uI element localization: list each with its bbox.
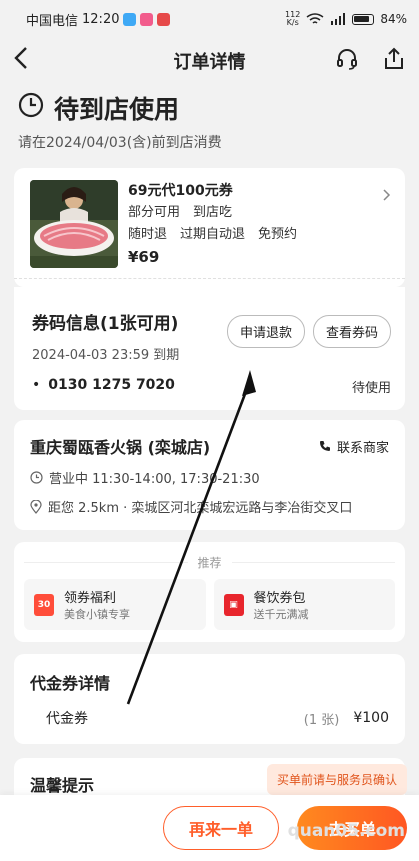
reorder-button[interactable]: 再来一单 <box>163 806 279 850</box>
voucher-detail-card: 代金券详情 代金券 (1 张) ¥100 <box>14 654 405 744</box>
battery-icon <box>352 13 375 25</box>
store-card: 重庆蜀瓯香火锅 (栾城店) 联系商家 营业中 11:30-14:00, 17:3… <box>14 420 405 530</box>
recommend-sub: 美食小镇专享 <box>64 608 130 621</box>
nav-bar: 订单详情 <box>0 38 419 84</box>
chevron-left-icon[interactable] <box>14 46 44 77</box>
store-hours: 营业中 11:30-14:00, 17:30-21:30 <box>49 472 260 487</box>
video-app-icon <box>140 12 154 26</box>
refund-button[interactable]: 申请退款 <box>226 315 305 348</box>
store-name[interactable]: 重庆蜀瓯香火锅 (栾城店) <box>30 434 210 458</box>
contact-merchant-button[interactable]: 联系商家 <box>319 437 389 456</box>
share-icon[interactable] <box>383 47 405 75</box>
wifi-icon <box>306 13 324 24</box>
voucher-name: 代金券 <box>46 711 88 727</box>
battery-level: 84% <box>380 12 407 26</box>
red-envelope-icon: ▣ <box>223 593 244 616</box>
chevron-right-icon <box>383 186 391 205</box>
bullet-dot: • <box>32 377 41 393</box>
voucher-title: 代金券详情 <box>30 674 111 693</box>
signal-icon <box>331 13 346 25</box>
divider <box>14 278 405 279</box>
coupon-code: 0130 1275 7020 <box>48 377 175 393</box>
contact-label: 联系商家 <box>336 440 389 456</box>
product-price: ¥69 <box>128 248 160 266</box>
music-app-icon <box>157 12 171 26</box>
recommend-sub: 送千元满减 <box>253 608 309 621</box>
recommend-item-coupon-benefit[interactable]: 30 领券福利 美食小镇专享 <box>24 579 206 630</box>
coupon-state: 待使用 <box>351 381 391 396</box>
product-tags: 部分可用 到店吃 <box>128 205 233 220</box>
bottom-action-bar: 再来一单 去买单 <box>0 795 419 861</box>
product-title: 69元代100元券 <box>128 183 233 199</box>
coupon-30-icon: 30 <box>34 593 54 616</box>
store-address[interactable]: 距您 2.5km · 栾城区河北栾城宏远路与李冶街交叉口 <box>48 497 352 516</box>
order-status: 待到店使用 请在2024/04/03(含)前到店消费 <box>0 84 419 152</box>
status-title: 待到店使用 <box>54 95 180 124</box>
view-code-button[interactable]: 查看券码 <box>312 315 391 348</box>
product-card[interactable]: 69元代100元券 部分可用 到店吃 随时退 过期自动退 免预约 ¥69 <box>14 168 405 287</box>
voucher-value: ¥100 <box>353 710 389 726</box>
coupon-info-card: 券码信息(1张可用) 2024-04-03 23:59 到期 申请退款 查看券码… <box>14 287 405 410</box>
recommend-header: 推荐 <box>24 554 395 571</box>
voucher-count: (1 张) <box>303 712 340 728</box>
recommend-title: 领券福利 <box>64 591 117 606</box>
net-speed: 112 K/s <box>285 10 301 27</box>
recommend-section: 推荐 30 领券福利 美食小镇专享 ▣ 餐饮券包 送千元满减 <box>14 542 405 642</box>
location-pin-icon <box>30 499 42 514</box>
product-policies: 随时退 过期自动退 免预约 <box>128 227 298 242</box>
status-bar: 中国电信 12:20 112 K/s 84% <box>0 0 419 38</box>
confirm-tooltip: 买单前请与服务员确认 <box>266 764 407 795</box>
headset-icon[interactable] <box>335 47 359 75</box>
clock: 12:20 <box>82 11 120 27</box>
app-notification-icon <box>123 12 137 26</box>
phone-icon <box>319 441 330 451</box>
recommend-item-dining-pack[interactable]: ▣ 餐饮券包 送千元满减 <box>213 579 395 630</box>
recommend-title: 餐饮券包 <box>253 591 306 606</box>
product-image <box>30 180 118 268</box>
carrier-label: 中国电信 <box>26 13 79 29</box>
status-subtitle: 请在2024/04/03(含)前到店消费 <box>18 135 222 151</box>
clock-icon <box>30 471 43 484</box>
pay-bill-button[interactable]: 去买单 <box>297 806 407 850</box>
clock-icon <box>18 92 44 124</box>
